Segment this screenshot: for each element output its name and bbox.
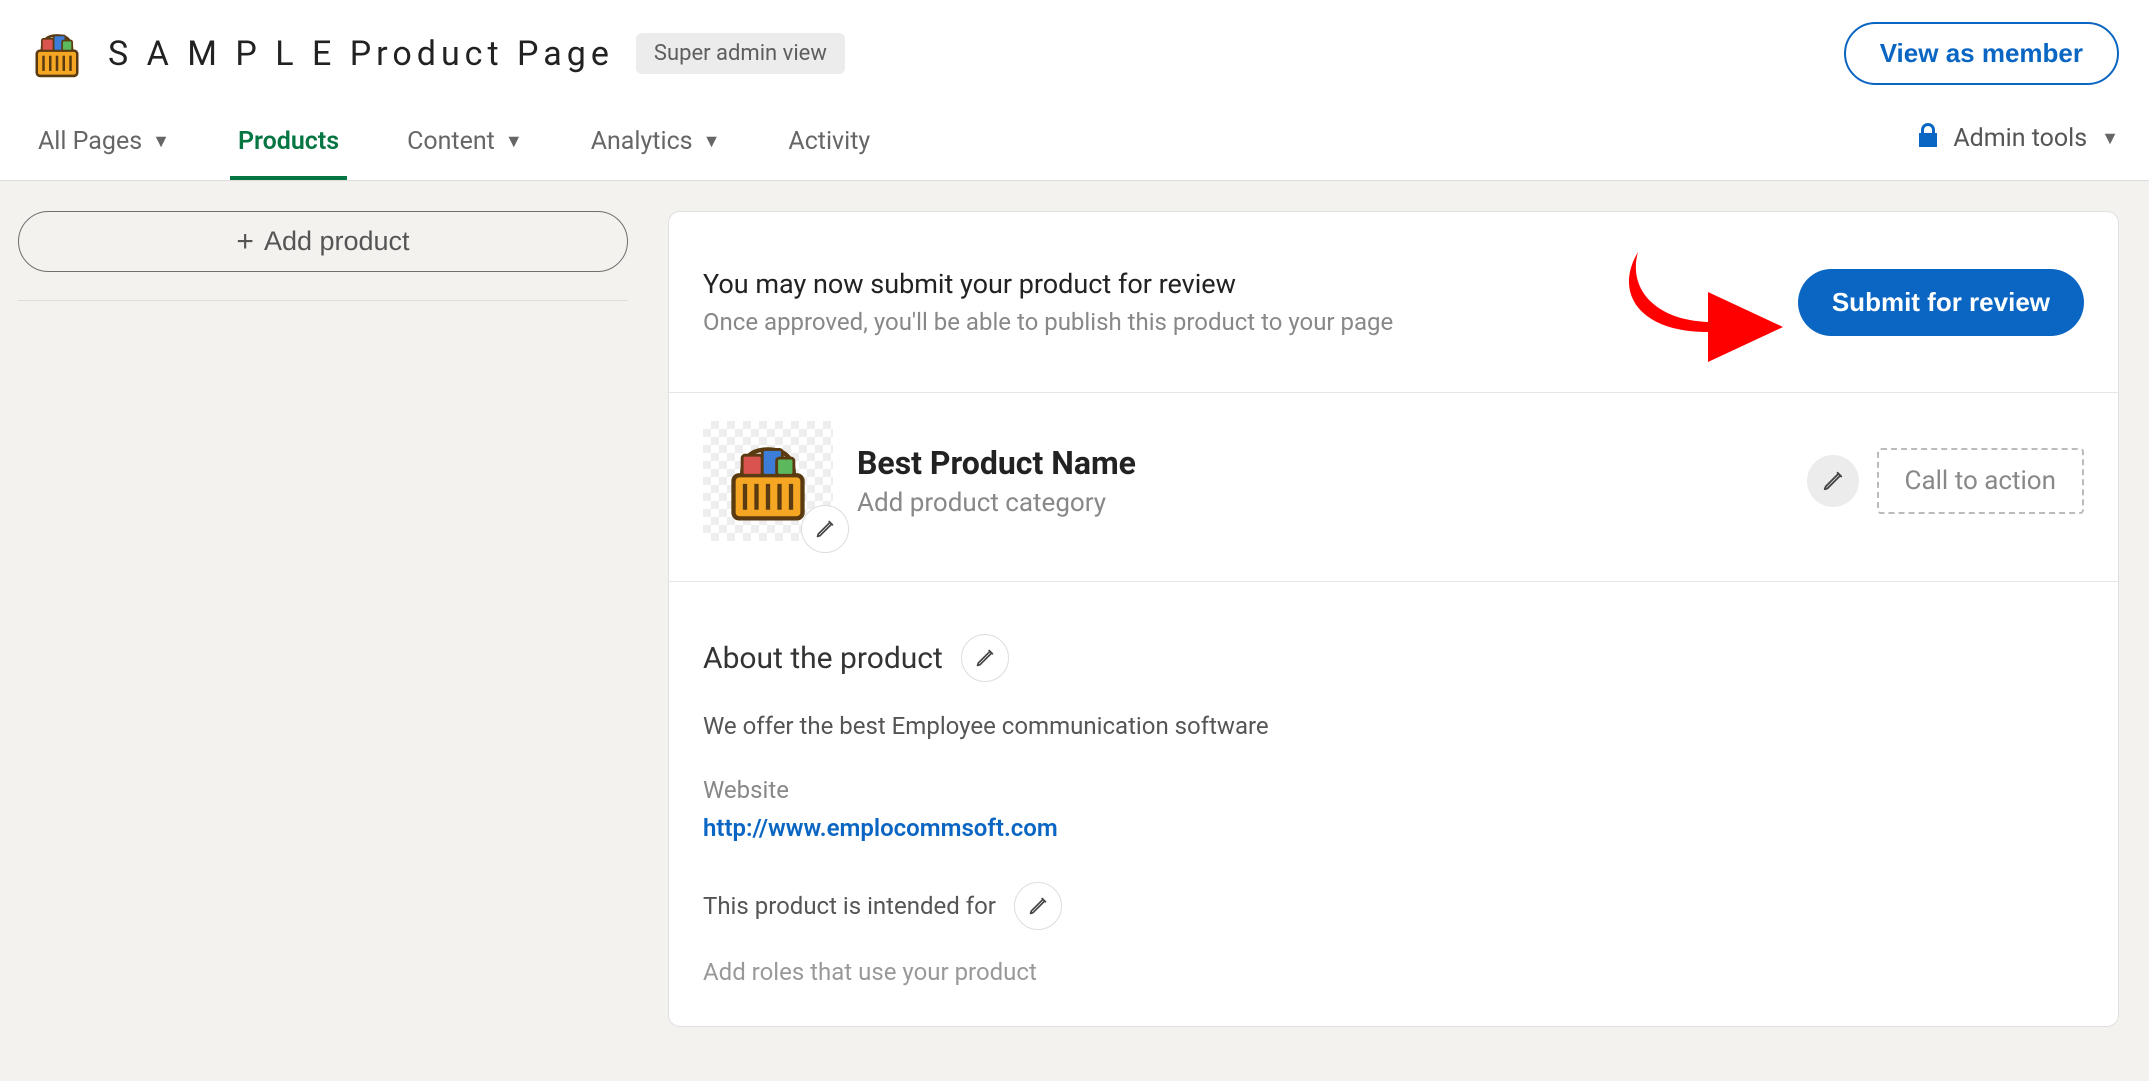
tab-content[interactable]: Content ▼: [399, 113, 531, 180]
add-product-button[interactable]: + Add product: [18, 211, 628, 272]
tab-activity[interactable]: Activity: [780, 113, 878, 180]
view-as-member-button[interactable]: View as member: [1844, 22, 2119, 85]
roles-placeholder[interactable]: Add roles that use your product: [703, 958, 2084, 986]
call-to-action-placeholder[interactable]: Call to action: [1877, 448, 2084, 514]
admin-tools-menu[interactable]: Admin tools ▼: [1917, 123, 2119, 171]
review-subtitle: Once approved, you'll be able to publish…: [703, 308, 1393, 336]
sidebar: + Add product: [18, 211, 628, 301]
chevron-down-icon: ▼: [2101, 128, 2119, 149]
super-admin-badge: Super admin view: [636, 33, 845, 74]
website-label: Website: [703, 776, 2084, 804]
tab-label: Analytics: [591, 127, 693, 156]
nav-tabs: All Pages ▼ Products Content ▼ Analytics…: [0, 103, 2149, 181]
pencil-icon: [815, 519, 835, 539]
tab-all-pages[interactable]: All Pages ▼: [30, 113, 178, 180]
page-header: S A M P L E Product Page Super admin vie…: [0, 0, 2149, 103]
review-bar: You may now submit your product for revi…: [669, 212, 2118, 393]
website-link[interactable]: http://www.emplocommsoft.com: [703, 814, 1058, 842]
edit-cta-button[interactable]: [1807, 455, 1859, 507]
body-area: + Add product You may now submit your pr…: [0, 181, 2149, 1081]
edit-intended-button[interactable]: [1014, 882, 1062, 930]
product-category-placeholder[interactable]: Add product category: [857, 488, 1136, 518]
main-card: You may now submit your product for revi…: [668, 211, 2119, 1027]
about-heading-row: About the product: [703, 634, 2084, 682]
product-header-actions: Call to action: [1807, 448, 2084, 514]
tab-label: All Pages: [38, 127, 142, 156]
tab-label: Products: [238, 127, 339, 156]
tab-analytics[interactable]: Analytics ▼: [583, 113, 729, 180]
review-text: You may now submit your product for revi…: [703, 268, 1393, 336]
product-name: Best Product Name: [857, 444, 1136, 482]
submit-for-review-button[interactable]: Submit for review: [1798, 269, 2084, 336]
basket-icon: [30, 27, 84, 81]
pencil-icon: [1822, 470, 1844, 492]
about-section: About the product We offer the best Empl…: [669, 582, 2118, 1026]
pencil-icon: [1028, 896, 1048, 916]
lock-icon: [1917, 123, 1939, 155]
intended-for-label: This product is intended for: [703, 892, 996, 920]
admin-tools-label: Admin tools: [1953, 124, 2087, 153]
chevron-down-icon: ▼: [152, 131, 170, 152]
tab-label: Content: [407, 127, 495, 156]
about-description: We offer the best Employee communication…: [703, 712, 2084, 740]
page-logo: [30, 27, 84, 81]
page-title: S A M P L E Product Page: [108, 34, 614, 74]
add-product-label: Add product: [264, 226, 410, 257]
plus-icon: +: [236, 227, 254, 257]
arrow-callout-icon: [1618, 242, 1788, 362]
product-logo: [703, 421, 833, 541]
about-heading: About the product: [703, 641, 943, 676]
tab-label: Activity: [788, 127, 870, 156]
product-title-block: Best Product Name Add product category: [857, 444, 1136, 518]
edit-about-button[interactable]: [961, 634, 1009, 682]
edit-logo-button[interactable]: [801, 505, 849, 553]
product-header: Best Product Name Add product category C…: [669, 393, 2118, 582]
chevron-down-icon: ▼: [703, 131, 721, 152]
sidebar-divider: [18, 300, 628, 301]
intended-for-row: This product is intended for: [703, 882, 2084, 930]
tab-products[interactable]: Products: [230, 113, 347, 180]
chevron-down-icon: ▼: [505, 131, 523, 152]
review-title: You may now submit your product for revi…: [703, 268, 1393, 300]
pencil-icon: [975, 648, 995, 668]
basket-icon: [718, 435, 818, 527]
